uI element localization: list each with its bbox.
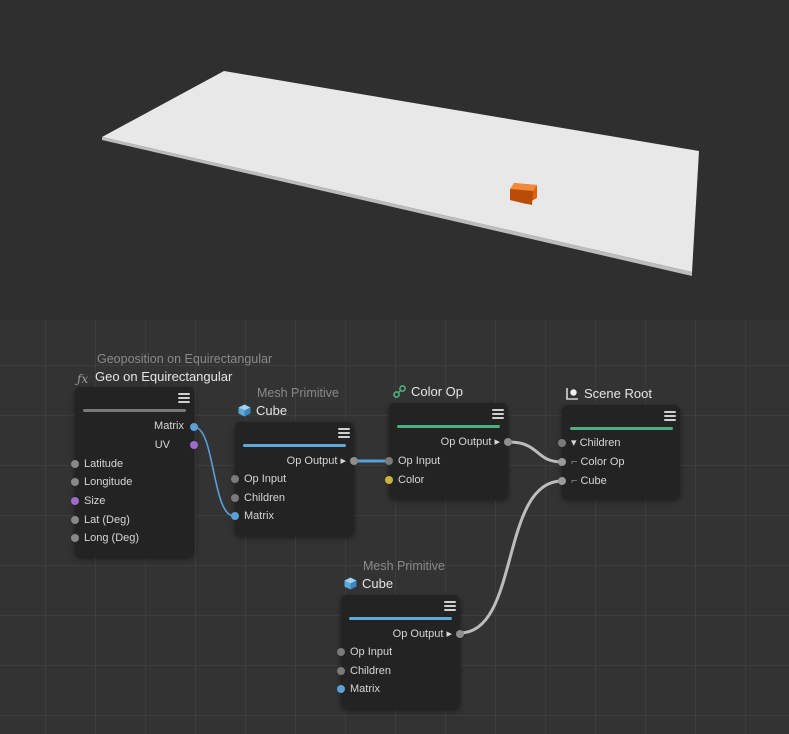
node-color-bar — [349, 617, 452, 620]
node-color-bar — [243, 444, 346, 447]
color-op-node[interactable]: Op Output ▸ Op Input Color — [385, 403, 512, 499]
port-dot-op-input[interactable] — [337, 648, 345, 656]
input-port-color: Color — [398, 474, 425, 486]
input-port-op-input: Op Input — [350, 646, 393, 658]
port-dot-cube[interactable] — [558, 477, 566, 485]
port-dot-children[interactable] — [231, 494, 239, 502]
port-dot-color-op[interactable] — [558, 458, 566, 466]
port-dot-op-output[interactable] — [456, 630, 464, 638]
input-port-color-op: ⌐ Color Op — [571, 456, 625, 468]
node-title[interactable]: Color Op — [393, 384, 463, 401]
output-port-op-output: Op Output ▸ — [440, 436, 500, 448]
node-title-label: Cube — [362, 576, 394, 591]
node-subtitle: Geoposition on Equirectangular — [97, 352, 273, 366]
node-title-label: Cube — [256, 403, 288, 418]
port-dot-op-output[interactable] — [504, 438, 512, 446]
node-title-label: Geo on Equirectangular — [95, 369, 233, 384]
input-port-lat-deg: Lat (Deg) — [84, 514, 130, 526]
node-menu-icon[interactable] — [178, 393, 190, 403]
port-dot-uv[interactable] — [190, 441, 198, 449]
port-dot-matrix[interactable] — [231, 512, 239, 520]
ground-plane[interactable] — [102, 71, 699, 272]
node-title[interactable]: Cube — [238, 403, 287, 420]
mesh-primitive-cube-node[interactable]: Op Output ▸ Op Input Children Matrix — [231, 422, 358, 536]
node-title-label: Scene Root — [584, 386, 652, 401]
port-dot-children[interactable] — [558, 439, 566, 447]
node-menu-icon[interactable] — [664, 411, 676, 421]
fx-icon: ƒx — [77, 372, 89, 386]
mesh-primitive-cube-node-2[interactable]: Op Output ▸ Op Input Children Matrix — [337, 595, 464, 709]
input-port-long-deg: Long (Deg) — [84, 532, 140, 544]
input-port-latitude: Latitude — [84, 458, 124, 470]
output-port-op-output: Op Output ▸ — [286, 455, 346, 467]
port-dot-op-output[interactable] — [350, 457, 358, 465]
input-port-op-input: Op Input — [398, 455, 441, 467]
node-menu-icon[interactable] — [338, 428, 350, 438]
node-subtitle: Mesh Primitive — [363, 559, 445, 573]
node-subtitle: Mesh Primitive — [257, 386, 339, 400]
node-color-bar — [397, 425, 500, 428]
cube-icon — [238, 404, 251, 420]
node-menu-icon[interactable] — [444, 601, 456, 611]
viewport-scene — [102, 71, 699, 276]
port-dot-op-input[interactable] — [231, 475, 239, 483]
input-port-op-input: Op Input — [244, 473, 287, 485]
port-dot-lat-deg[interactable] — [71, 516, 79, 524]
cube-icon — [344, 577, 357, 593]
input-port-children: ▾ Children — [571, 437, 621, 449]
port-dot-long-deg[interactable] — [71, 534, 79, 542]
input-port-children: Children — [244, 492, 285, 504]
input-port-size: Size — [84, 495, 106, 507]
scene-root-node[interactable]: ▾ Children ⌐ Color Op ⌐ Cube — [558, 405, 680, 499]
3d-viewport[interactable] — [0, 0, 789, 320]
output-port-matrix: Matrix — [154, 420, 184, 432]
node-color-bar — [570, 427, 673, 430]
port-dot-longitude[interactable] — [71, 478, 79, 486]
node-title[interactable]: Cube — [344, 576, 393, 593]
input-port-children: Children — [350, 665, 391, 677]
input-port-longitude: Longitude — [84, 476, 133, 488]
input-port-cube: ⌐ Cube — [571, 475, 607, 487]
port-dot-latitude[interactable] — [71, 460, 79, 468]
input-port-matrix: Matrix — [350, 683, 380, 695]
node-title[interactable]: ƒx Geo on Equirectangular — [77, 369, 232, 386]
input-port-matrix: Matrix — [244, 510, 274, 522]
node-color-bar — [83, 409, 186, 412]
geo-on-equirectangular-node[interactable]: Matrix UV Latitude Longitude Size Lat (D… — [71, 387, 198, 557]
node-title[interactable]: Scene Root — [566, 386, 652, 403]
scene-root-icon — [566, 387, 579, 403]
port-dot-size[interactable] — [71, 497, 79, 505]
output-port-uv: UV — [154, 439, 170, 451]
port-dot-matrix[interactable] — [337, 685, 345, 693]
port-dot-color[interactable] — [385, 476, 393, 484]
node-menu-icon[interactable] — [492, 409, 504, 419]
color-op-icon — [393, 385, 406, 401]
output-port-op-output: Op Output ▸ — [392, 628, 452, 640]
port-dot-children[interactable] — [337, 667, 345, 675]
port-dot-op-input[interactable] — [385, 457, 393, 465]
node-title-label: Color Op — [411, 384, 464, 399]
port-dot-matrix[interactable] — [190, 423, 198, 431]
